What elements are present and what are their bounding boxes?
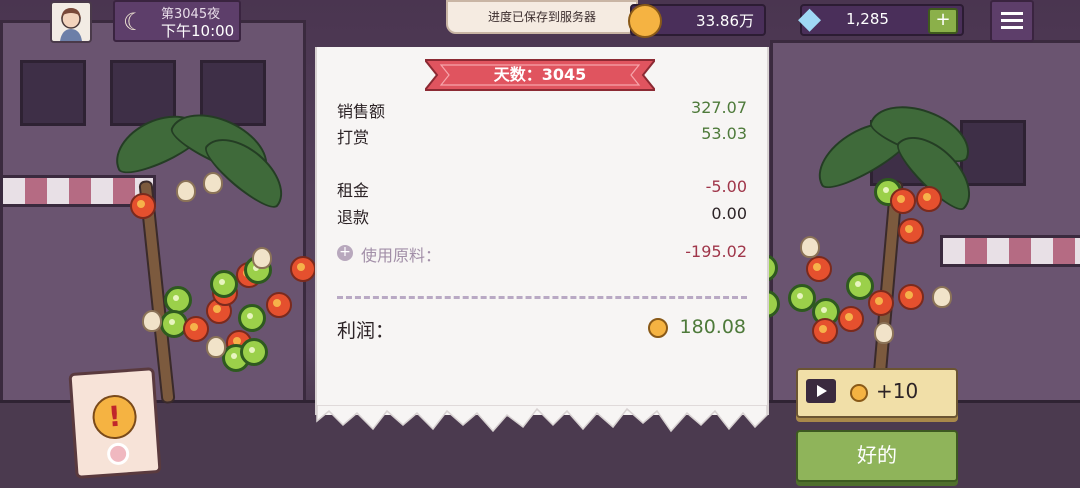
hamburger-icon <box>1001 12 1023 15</box>
day-banner-text: 天数：3045 <box>493 65 587 84</box>
video-play-icon <box>806 379 836 403</box>
ad-reward-amount: +10 <box>876 379 919 403</box>
shop-awning <box>940 235 1080 267</box>
refund-value: 0.00 <box>711 204 747 223</box>
clock-time: 下午10:00 <box>161 22 235 40</box>
right-building <box>770 40 1080 416</box>
avatar-face-icon <box>60 8 82 41</box>
save-toast: 进度已保存到服务器 <box>446 0 638 34</box>
exclamation-icon: ! <box>91 393 139 441</box>
garlic-icon <box>176 180 196 202</box>
expand-ingredients-icon[interactable]: + <box>337 245 353 261</box>
gem-balance: ◆ 1,285 + <box>798 1 964 36</box>
sales-row: 销售额 327.07 <box>337 98 747 121</box>
rent-row: 租金 -5.00 <box>337 177 747 200</box>
watch-ad-button[interactable]: +10 <box>796 368 958 418</box>
coin-icon <box>628 4 662 38</box>
ingredients-label: 使用原料： <box>361 246 442 265</box>
garlic-icon <box>142 310 162 332</box>
coin-amount: 33.86万 <box>696 12 754 30</box>
ok-button[interactable]: 好的 <box>796 430 958 482</box>
ingredients-row[interactable]: + 使用原料： -195.02 <box>337 242 747 265</box>
garlic-icon <box>206 336 226 358</box>
notification-dot <box>106 442 130 466</box>
garlic-icon <box>252 247 272 269</box>
receipt-divider <box>337 296 747 299</box>
refund-label: 退款 <box>337 208 370 227</box>
alert-card-button[interactable]: ! <box>68 367 162 479</box>
receipt-torn-edge <box>316 405 768 433</box>
coin-icon <box>648 318 668 338</box>
tips-label: 打赏 <box>337 128 370 147</box>
refund-row: 退款 0.00 <box>337 204 747 227</box>
tomato-slice-icon <box>838 306 864 332</box>
coin-icon <box>850 384 868 402</box>
pepper-slice-icon <box>210 270 238 298</box>
moon-icon: ☾ <box>123 8 145 36</box>
tomato-slice-icon <box>183 316 209 342</box>
rent-value: -5.00 <box>705 177 747 196</box>
tomato-slice-icon <box>812 318 838 344</box>
tomato-slice-icon <box>130 193 156 219</box>
garlic-icon <box>203 172 223 194</box>
tomato-slice-icon <box>868 290 894 316</box>
garlic-icon <box>874 322 894 344</box>
coin-balance[interactable]: 33.86万 <box>628 4 766 38</box>
player-avatar[interactable] <box>50 1 92 43</box>
tomato-slice-icon <box>890 188 916 214</box>
tomato-slice-icon <box>806 256 832 282</box>
tomato-slice-icon <box>266 292 292 318</box>
tomato-slice-icon <box>898 284 924 310</box>
building-window <box>960 120 1026 186</box>
tips-value: 53.03 <box>701 124 747 143</box>
sales-value: 327.07 <box>691 98 747 117</box>
add-gems-button[interactable]: + <box>928 8 958 34</box>
garlic-icon <box>800 236 820 258</box>
tomato-slice-icon <box>916 186 942 212</box>
hamburger-icon <box>1001 26 1023 29</box>
menu-button[interactable] <box>990 0 1034 42</box>
gem-amount: 1,285 <box>846 10 889 28</box>
ingredients-value: -195.02 <box>685 242 747 261</box>
profit-value: 180.08 <box>679 316 746 338</box>
diamond-icon: ◆ <box>798 1 822 36</box>
rent-label: 租金 <box>337 181 370 200</box>
tomato-slice-icon <box>898 218 924 244</box>
sales-label: 销售额 <box>337 102 386 121</box>
building-window <box>20 60 86 126</box>
pepper-slice-icon <box>238 304 266 332</box>
garlic-icon <box>932 286 952 308</box>
profit-label: 利润： <box>337 320 395 342</box>
pepper-slice-icon <box>240 338 268 366</box>
tips-row: 打赏 53.03 <box>337 124 747 147</box>
hamburger-icon <box>1001 19 1023 22</box>
tomato-slice-icon <box>290 256 316 282</box>
day-time-panel: ☾ 第3045夜 下午10:00 <box>113 0 241 42</box>
